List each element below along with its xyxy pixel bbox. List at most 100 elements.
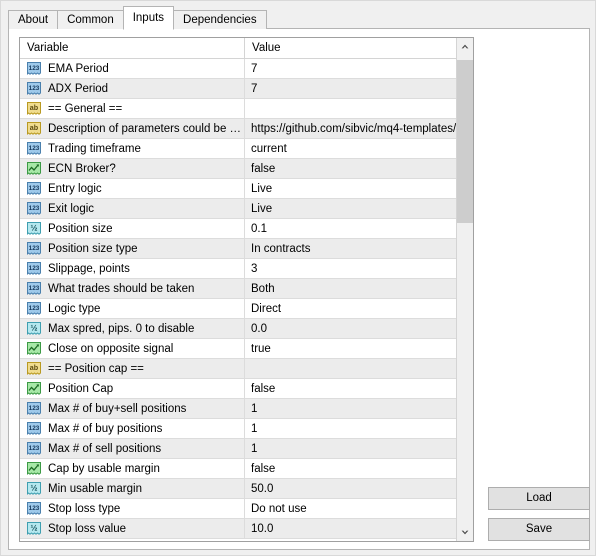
parameter-value-cell[interactable] — [245, 359, 456, 378]
parameter-value-cell[interactable]: false — [245, 459, 456, 478]
parameter-value-cell[interactable]: Direct — [245, 299, 456, 318]
parameter-name-cell[interactable]: 123 Logic type — [20, 299, 245, 318]
tab-bar: About Common Inputs Dependencies — [8, 5, 267, 30]
parameter-value-cell[interactable]: 1 — [245, 419, 456, 438]
parameter-value-cell[interactable]: 7 — [245, 59, 456, 78]
scroll-down-button[interactable] — [457, 524, 473, 541]
svg-text:123: 123 — [29, 305, 40, 312]
tab-about[interactable]: About — [8, 10, 59, 29]
parameter-name-cell[interactable]: ab == General == — [20, 99, 245, 118]
parameter-row[interactable]: 123 Max # of buy+sell positions 1 — [20, 399, 456, 419]
parameter-value-cell[interactable]: current — [245, 139, 456, 158]
parameter-value-cell[interactable]: 3 — [245, 259, 456, 278]
parameter-value-cell[interactable]: 0.1 — [245, 219, 456, 238]
svg-text:123: 123 — [29, 85, 40, 92]
parameter-name-cell[interactable]: 123 Entry logic — [20, 179, 245, 198]
parameter-value-cell[interactable]: https://github.com/sibvic/mq4-templates/… — [245, 119, 456, 138]
parameter-row[interactable]: 123 ADX Period 7 — [20, 79, 456, 99]
parameter-name-cell[interactable]: ½ Position size — [20, 219, 245, 238]
scrollbar-thumb[interactable] — [457, 60, 473, 223]
parameter-row[interactable]: Cap by usable margin false — [20, 459, 456, 479]
parameter-name-cell[interactable]: 123 Max # of sell positions — [20, 439, 245, 458]
parameter-value-cell[interactable]: Live — [245, 199, 456, 218]
column-header-value[interactable]: Value — [245, 38, 456, 58]
int-icon: 123 — [27, 441, 41, 455]
tab-common[interactable]: Common — [57, 10, 124, 29]
parameter-value-cell[interactable]: 1 — [245, 439, 456, 458]
parameter-row[interactable]: ½ Max spred, pips. 0 to disable 0.0 — [20, 319, 456, 339]
parameter-name-cell[interactable]: 123 Trading timeframe — [20, 139, 245, 158]
save-button[interactable]: Save — [488, 518, 590, 541]
string-icon: ab — [27, 121, 41, 135]
parameter-value-cell[interactable]: 7 — [245, 79, 456, 98]
parameter-value-cell[interactable]: In contracts — [245, 239, 456, 258]
parameter-name-cell[interactable]: ab Description of parameters could be fou… — [20, 119, 245, 138]
parameter-row[interactable]: 123 Max # of sell positions 1 — [20, 439, 456, 459]
parameter-value-cell[interactable]: 50.0 — [245, 479, 456, 498]
parameter-value-cell[interactable] — [245, 99, 456, 118]
parameter-row[interactable]: ½ Stop loss value 10.0 — [20, 519, 456, 539]
parameter-row[interactable]: 123 Logic type Direct — [20, 299, 456, 319]
parameter-row[interactable]: 123 Stop loss type Do not use — [20, 499, 456, 519]
bool-icon — [27, 161, 41, 175]
svg-text:½: ½ — [31, 522, 38, 532]
load-button[interactable]: Load — [488, 487, 590, 510]
ea-properties-dialog: About Common Inputs Dependencies Variable V… — [0, 0, 596, 556]
parameter-row[interactable]: Close on opposite signal true — [20, 339, 456, 359]
parameter-row[interactable]: 123 EMA Period 7 — [20, 59, 456, 79]
parameter-row[interactable]: Position Cap false — [20, 379, 456, 399]
parameter-name-cell[interactable]: ECN Broker? — [20, 159, 245, 178]
parameter-name-cell[interactable]: Close on opposite signal — [20, 339, 245, 358]
parameter-row[interactable]: ECN Broker? false — [20, 159, 456, 179]
parameter-name-label: What trades should be taken — [48, 282, 195, 295]
parameter-row[interactable]: ½ Position size 0.1 — [20, 219, 456, 239]
parameter-name-cell[interactable]: ½ Max spred, pips. 0 to disable — [20, 319, 245, 338]
parameter-value-cell[interactable]: Do not use — [245, 499, 456, 518]
parameter-name-cell[interactable]: Position Cap — [20, 379, 245, 398]
parameter-name-cell[interactable]: 123 Slippage, points — [20, 259, 245, 278]
parameter-row[interactable]: 123 Trading timeframe current — [20, 139, 456, 159]
tab-dependencies[interactable]: Dependencies — [173, 10, 267, 29]
parameter-row[interactable]: 123 Exit logic Live — [20, 199, 456, 219]
parameter-name-cell[interactable]: 123 Max # of buy+sell positions — [20, 399, 245, 418]
parameter-value-cell[interactable]: 1 — [245, 399, 456, 418]
parameter-name-cell[interactable]: ab == Position cap == — [20, 359, 245, 378]
parameter-name-cell[interactable]: Cap by usable margin — [20, 459, 245, 478]
tab-inputs[interactable]: Inputs — [122, 6, 175, 30]
parameter-name-cell[interactable]: ½ Stop loss value — [20, 519, 245, 538]
parameter-value-cell[interactable]: false — [245, 379, 456, 398]
int-icon: 123 — [27, 301, 41, 315]
parameters-grid[interactable]: Variable Value 123 EMA Period 7 123 ADX Peri… — [19, 37, 474, 542]
parameter-value-cell[interactable]: 0.0 — [245, 319, 456, 338]
parameter-name-cell[interactable]: 123 What trades should be taken — [20, 279, 245, 298]
parameter-name-cell[interactable]: ½ Min usable margin — [20, 479, 245, 498]
parameter-row[interactable]: 123 What trades should be taken Both — [20, 279, 456, 299]
column-header-variable[interactable]: Variable — [20, 38, 245, 58]
grid-vertical-scrollbar[interactable] — [456, 38, 473, 541]
parameter-value-cell[interactable]: Live — [245, 179, 456, 198]
parameter-value-cell[interactable]: false — [245, 159, 456, 178]
float-icon: ½ — [27, 321, 41, 335]
int-icon: 123 — [27, 421, 41, 435]
parameter-row[interactable]: ab Description of parameters could be fou… — [20, 119, 456, 139]
parameter-row[interactable]: ½ Min usable margin 50.0 — [20, 479, 456, 499]
parameter-value-cell[interactable]: Both — [245, 279, 456, 298]
scroll-up-button[interactable] — [457, 38, 473, 55]
parameter-row[interactable]: ab == Position cap == — [20, 359, 456, 379]
parameter-row[interactable]: 123 Entry logic Live — [20, 179, 456, 199]
parameter-name-label: Max # of buy positions — [48, 422, 163, 435]
parameter-row[interactable]: 123 Position size type In contracts — [20, 239, 456, 259]
bool-icon — [27, 381, 41, 395]
parameter-row[interactable]: 123 Max # of buy positions 1 — [20, 419, 456, 439]
parameter-name-cell[interactable]: 123 Position size type — [20, 239, 245, 258]
parameter-row[interactable]: ab == General == — [20, 99, 456, 119]
parameter-row[interactable]: 123 Slippage, points 3 — [20, 259, 456, 279]
parameter-name-cell[interactable]: 123 EMA Period — [20, 59, 245, 78]
parameter-name-cell[interactable]: 123 Stop loss type — [20, 499, 245, 518]
parameter-name-cell[interactable]: 123 Max # of buy positions — [20, 419, 245, 438]
parameter-value-cell[interactable]: true — [245, 339, 456, 358]
parameter-name-label: Logic type — [48, 302, 101, 315]
parameter-value-cell[interactable]: 10.0 — [245, 519, 456, 538]
parameter-name-cell[interactable]: 123 Exit logic — [20, 199, 245, 218]
parameter-name-cell[interactable]: 123 ADX Period — [20, 79, 245, 98]
